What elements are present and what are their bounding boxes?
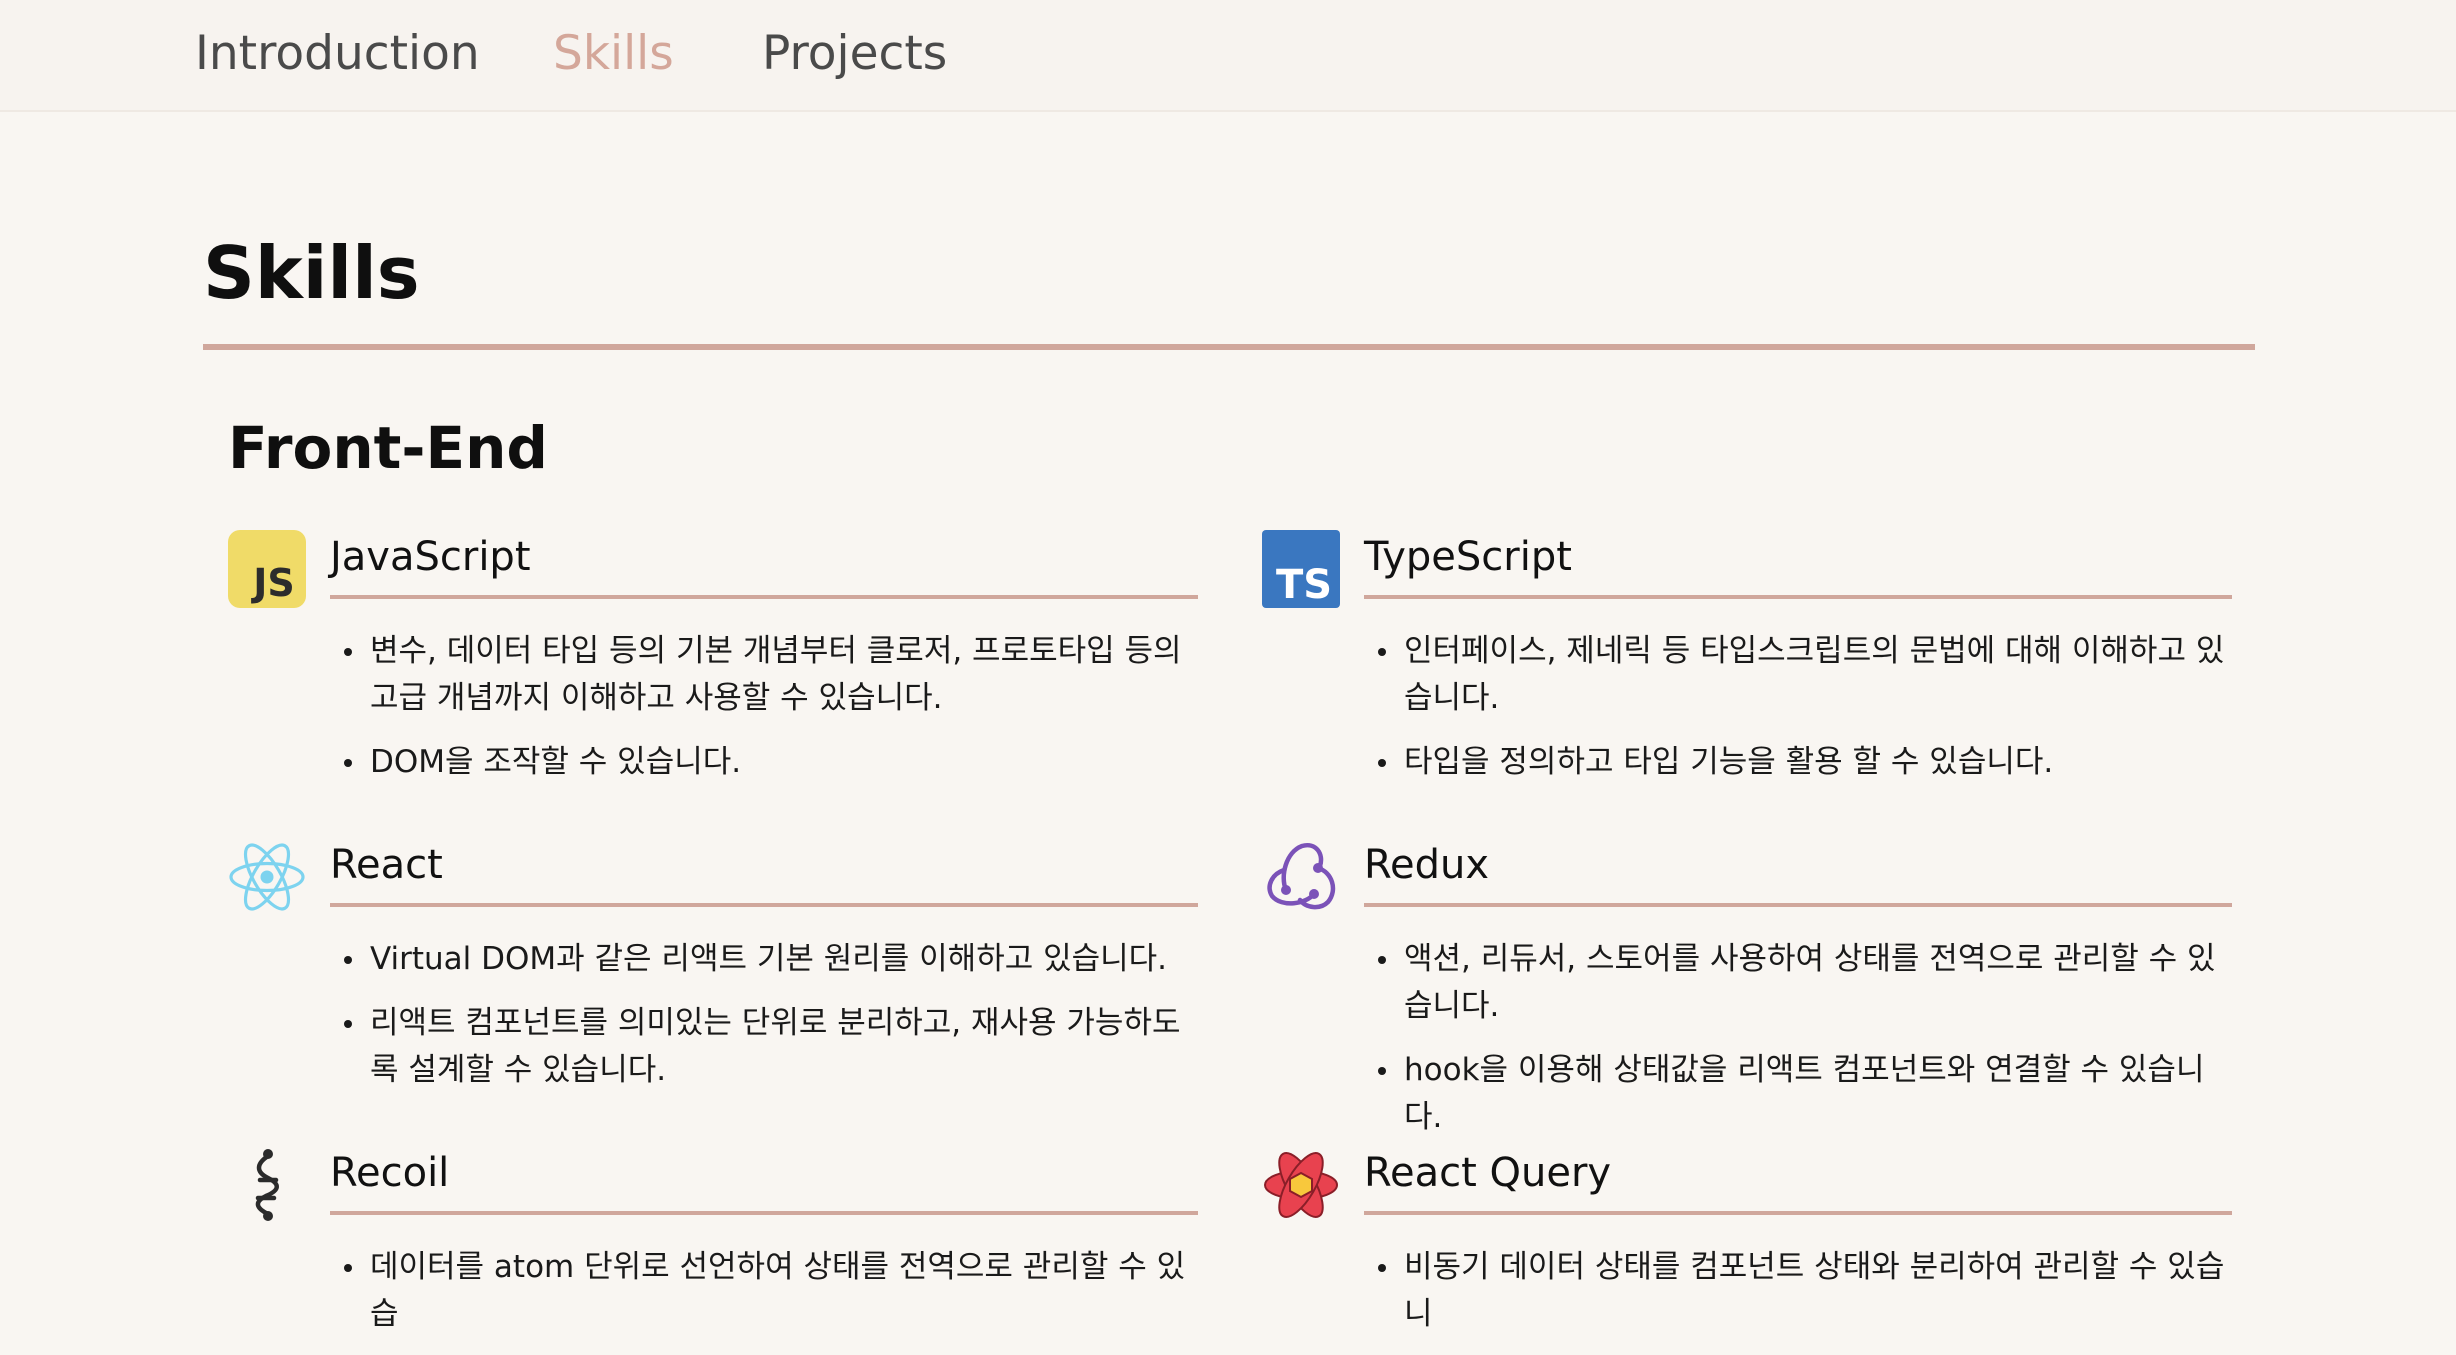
react-icon [229, 843, 305, 911]
skill-divider [330, 903, 1198, 907]
skill-description-list: 변수, 데이터 타입 등의 기본 개념부터 클로저, 프로토타입 등의 고급 개… [330, 628, 1198, 803]
nav-item-projects[interactable]: Projects [762, 24, 947, 84]
list-item: 액션, 리듀서, 스토어를 사용하여 상태를 전역으로 관리할 수 있습니다. [1364, 936, 2232, 1030]
page-title: Skills [203, 231, 420, 315]
skill-divider [1364, 1211, 2232, 1215]
svg-text:TS: TS [1276, 562, 1332, 608]
list-item: 비동기 데이터 상태를 컴포넌트 상태와 분리하여 관리할 수 있습니 [1364, 1244, 2232, 1338]
skill-divider [330, 1211, 1198, 1215]
top-navigation: Introduction Skills Projects [0, 0, 2456, 112]
list-item: hook을 이용해 상태값을 리액트 컴포넌트와 연결할 수 있습니다. [1364, 1047, 2232, 1141]
svg-text:JS: JS [250, 561, 295, 605]
list-item: Virtual DOM과 같은 리액트 기본 원리를 이해하고 있습니다. [330, 936, 1198, 983]
nav-item-skills[interactable]: Skills [553, 24, 674, 84]
redux-icon [1267, 842, 1336, 910]
section-title-front-end: Front-End [228, 414, 548, 482]
list-item: 인터페이스, 제네릭 등 타입스크립트의 문법에 대해 이해하고 있습니다. [1364, 628, 2232, 722]
skill-name: TypeScript [1364, 534, 1572, 580]
react-query-icon [1264, 1152, 1338, 1218]
skill-description-list: 액션, 리듀서, 스토어를 사용하여 상태를 전역으로 관리할 수 있습니다. … [1364, 936, 2232, 1158]
list-item: 데이터를 atom 단위로 선언하여 상태를 전역으로 관리할 수 있습 [330, 1244, 1198, 1338]
list-item: 변수, 데이터 타입 등의 기본 개념부터 클로저, 프로토타입 등의 고급 개… [330, 628, 1198, 722]
skill-description-list: 데이터를 atom 단위로 선언하여 상태를 전역으로 관리할 수 있습 [330, 1244, 1198, 1355]
title-divider [203, 344, 2255, 350]
javascript-icon: JS [228, 530, 306, 608]
skill-name: Redux [1364, 842, 1490, 888]
skill-name: React Query [1364, 1150, 1612, 1196]
skill-divider [330, 595, 1198, 599]
list-item: DOM을 조작할 수 있습니다. [330, 739, 1198, 786]
skill-name: React [330, 842, 443, 888]
list-item: 리액트 컴포넌트를 의미있는 단위로 분리하고, 재사용 가능하도록 설계할 수… [330, 1000, 1198, 1094]
skill-name: Recoil [330, 1150, 450, 1196]
nav-item-introduction[interactable]: Introduction [195, 24, 480, 84]
skill-description-list: 인터페이스, 제네릭 등 타입스크립트의 문법에 대해 이해하고 있습니다. 타… [1364, 628, 2232, 803]
skill-divider [1364, 595, 2232, 599]
recoil-icon [255, 1149, 279, 1221]
skill-name: JavaScript [330, 534, 531, 580]
skill-divider [1364, 903, 2232, 907]
skill-description-list: 비동기 데이터 상태를 컴포넌트 상태와 분리하여 관리할 수 있습니 [1364, 1244, 2232, 1355]
list-item: 타입을 정의하고 타입 기능을 활용 할 수 있습니다. [1364, 739, 2232, 786]
skill-description-list: Virtual DOM과 같은 리액트 기본 원리를 이해하고 있습니다. 리액… [330, 936, 1198, 1111]
typescript-icon: TS [1262, 530, 1340, 608]
